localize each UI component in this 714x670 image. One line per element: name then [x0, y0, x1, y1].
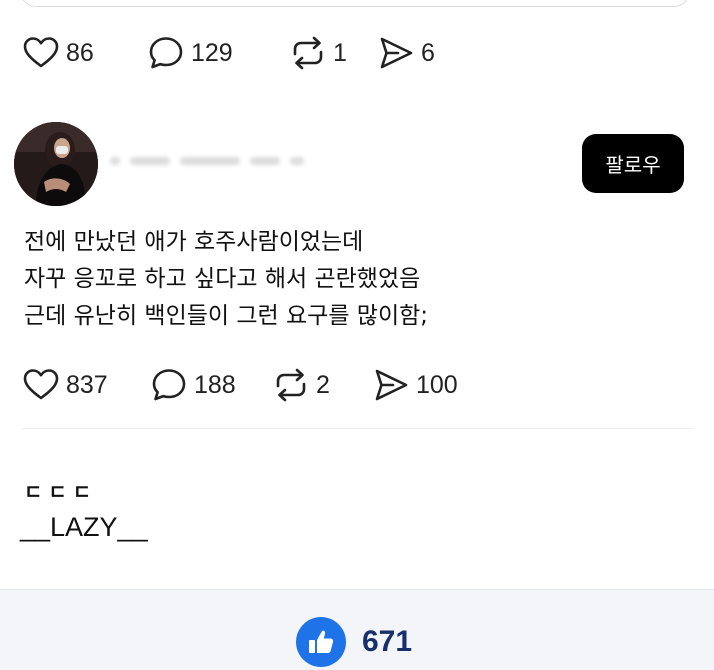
bottom-like-bar: 671	[0, 589, 714, 670]
author-name: __LAZY__	[20, 512, 148, 542]
comment-count: 129	[191, 38, 233, 67]
previous-post-card	[20, 0, 690, 7]
repost-icon	[276, 368, 306, 402]
post-actions: 837 188 2 100	[22, 366, 458, 404]
repost-count: 2	[316, 370, 330, 399]
like-total: 671	[362, 625, 413, 658]
repost-icon	[293, 36, 323, 70]
comment-action[interactable]: 129	[147, 34, 289, 72]
thumbs-up-icon	[296, 617, 346, 667]
send-icon	[375, 369, 408, 401]
username-blurred	[110, 150, 330, 172]
like-button[interactable]: 671	[296, 617, 412, 667]
avatar[interactable]	[14, 122, 98, 206]
share-action[interactable]: 100	[372, 366, 458, 404]
post-line: 자꾸 응꼬로 하고 싶다고 해서 곤란했었음	[24, 266, 421, 292]
heart-icon	[23, 37, 59, 68]
comment-text: ㄷㄷㄷ	[24, 480, 98, 504]
send-icon	[380, 37, 413, 69]
like-action[interactable]: 86	[22, 34, 147, 72]
repost-action[interactable]: 1	[289, 34, 377, 72]
heart-icon	[23, 369, 59, 400]
like-action[interactable]: 837	[22, 366, 150, 404]
share-count: 6	[421, 38, 435, 67]
share-action[interactable]: 6	[377, 34, 435, 72]
follow-button[interactable]: 팔로우	[582, 134, 684, 193]
post-line: 근데 유난히 백인들이 그런 요구를 많이함;	[24, 303, 429, 329]
divider	[22, 428, 694, 429]
post-text: 전에 만났던 애가 호주사람이었는데 자꾸 응꼬로 하고 싶다고 해서 곤란했었…	[24, 224, 428, 335]
like-count: 837	[66, 370, 108, 399]
share-count: 100	[416, 370, 458, 399]
speech-bubble-icon	[149, 37, 183, 69]
like-count: 86	[66, 38, 94, 67]
repost-action[interactable]: 2	[272, 366, 372, 404]
avatar-photo	[14, 122, 98, 206]
comment-action[interactable]: 188	[150, 366, 272, 404]
comment-count: 188	[194, 370, 236, 399]
previous-post-actions: 86 129 1 6	[22, 34, 435, 72]
repost-count: 1	[333, 38, 347, 67]
speech-bubble-icon	[152, 369, 186, 401]
post-line: 전에 만났던 애가 호주사람이었는데	[24, 229, 364, 255]
